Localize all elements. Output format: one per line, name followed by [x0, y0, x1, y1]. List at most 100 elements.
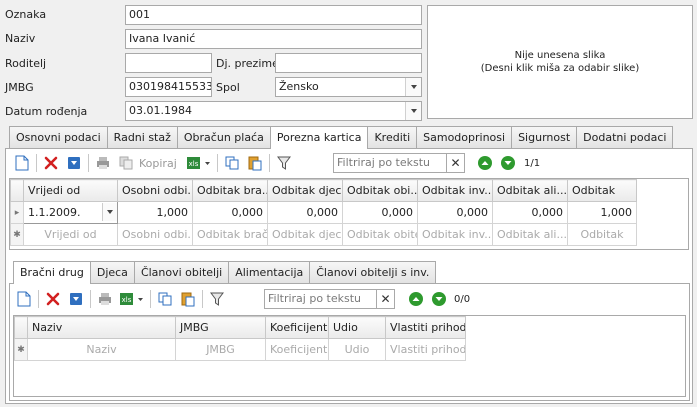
bracni-drug-grid: Naziv JMBG Koeficijent Udio Vlastiti pri…	[14, 316, 466, 361]
filter-input[interactable]: Filtriraj po tekstu	[264, 289, 377, 309]
datum-label: Datum rođenja	[5, 105, 88, 118]
col-vlastiti-prihod[interactable]: Vlastiti prihod	[385, 316, 466, 339]
grid-cell[interactable]: 0,000	[492, 201, 568, 224]
clear-filter-icon[interactable]: ✕	[377, 289, 395, 309]
col-jmbg[interactable]: JMBG	[175, 316, 266, 339]
col-vrijedi-od[interactable]: Vrijedi od	[23, 179, 118, 202]
new-record-icon[interactable]	[14, 289, 34, 309]
jmbg-label: JMBG	[5, 81, 34, 94]
copy-record-icon[interactable]	[116, 153, 136, 173]
spol-select[interactable]: Žensko	[275, 77, 422, 97]
oznaka-label: Oznaka	[5, 8, 47, 21]
new-record-icon[interactable]	[12, 153, 32, 173]
tab-radni-staz[interactable]: Radni staž	[106, 126, 178, 148]
export-excel-icon[interactable]: xls	[118, 289, 146, 309]
datum-input[interactable]: 03.01.1984	[125, 101, 422, 121]
new-row[interactable]: ✱ Vrijedi od Osobni odbi... Odbitak brač…	[10, 223, 637, 246]
col-koeficijent[interactable]: Koeficijent	[265, 316, 329, 339]
col-udio[interactable]: Udio	[328, 316, 386, 339]
current-row-icon: ▸	[10, 201, 24, 224]
roditelj-input[interactable]	[125, 53, 212, 73]
grid-cell[interactable]: 0,000	[342, 201, 418, 224]
toolbar-separator	[90, 290, 91, 308]
placeholder-cell[interactable]: Odbitak bračni	[192, 223, 268, 246]
grid-cell[interactable]: 1,000	[567, 201, 637, 224]
clear-filter-icon[interactable]: ✕	[447, 153, 465, 173]
grid-cell[interactable]: 0,000	[417, 201, 493, 224]
placeholder-cell[interactable]: Odbitak ali...	[492, 223, 568, 246]
tab-djeca[interactable]: Djeca	[89, 261, 135, 283]
copy-icon[interactable]	[155, 289, 175, 309]
col-odbitak[interactable]: Odbitak	[567, 179, 637, 202]
naziv-input[interactable]: Ivana Ivanić	[125, 29, 422, 49]
tab-porezna-kartica[interactable]: Porezna kartica	[269, 126, 369, 149]
placeholder-cell[interactable]: Osobni odbi...	[117, 223, 193, 246]
placeholder-cell[interactable]: Odbitak djeca	[267, 223, 343, 246]
jmbg-input[interactable]: 0301984155336	[125, 77, 212, 97]
dj-prezime-input[interactable]	[275, 53, 422, 73]
tab-alimentacija[interactable]: Alimentacija	[228, 261, 311, 283]
delete-icon[interactable]	[43, 289, 63, 309]
print-icon[interactable]	[93, 153, 113, 173]
grid-cell[interactable]: 1,000	[117, 201, 193, 224]
filter-input[interactable]: Filtriraj po tekstu	[333, 153, 447, 173]
col-odbitak-bracni[interactable]: Odbitak bra...	[192, 179, 268, 202]
grid-cell[interactable]: 0,000	[192, 201, 268, 224]
paste-icon[interactable]	[245, 153, 265, 173]
col-odbitak-invalid[interactable]: Odbitak inv...	[417, 179, 493, 202]
placeholder-cell[interactable]: Koeficijent	[265, 338, 329, 361]
col-odbitak-djeca[interactable]: Odbitak djeca	[267, 179, 343, 202]
svg-text:xls: xls	[122, 296, 132, 304]
placeholder-cell[interactable]: Odbitak obitelj	[342, 223, 418, 246]
tab-clanovi-obitelji[interactable]: Članovi obitelji	[133, 261, 230, 283]
chevron-down-icon[interactable]	[405, 78, 421, 96]
col-odbitak-alimentacija[interactable]: Odbitak ali...	[492, 179, 568, 202]
placeholder-cell[interactable]: Udio	[328, 338, 386, 361]
placeholder-cell[interactable]: Naziv	[27, 338, 176, 361]
tab-obracun-placa[interactable]: Obračun plaća	[176, 126, 271, 148]
grid-cell[interactable]: 0,000	[267, 201, 343, 224]
prev-record-icon[interactable]	[477, 155, 493, 174]
prev-record-icon[interactable]	[408, 291, 424, 310]
placeholder-cell[interactable]: Odbitak inv...	[417, 223, 493, 246]
toolbar-separator	[36, 154, 37, 172]
copy-icon[interactable]	[222, 153, 242, 173]
kopiraj-button[interactable]: Kopiraj	[139, 157, 177, 170]
new-row-icon: ✱	[14, 338, 28, 361]
oznaka-input[interactable]: 001	[125, 5, 422, 25]
chevron-down-icon[interactable]	[102, 203, 117, 221]
table-row[interactable]: ▸ 1.1.2009. 1,000 0,000 0,000 0,000 0,00…	[10, 201, 637, 224]
tab-krediti[interactable]: Krediti	[367, 126, 418, 148]
filter-icon[interactable]	[207, 289, 227, 309]
photo-box[interactable]: Nije unesena slika (Desni klik miša za o…	[427, 5, 693, 119]
tab-osnovni-podaci[interactable]: Osnovni podaci	[9, 126, 108, 148]
placeholder-cell[interactable]: Vrijedi od	[23, 223, 118, 246]
export-excel-icon[interactable]: xls	[185, 153, 213, 173]
save-icon[interactable]	[64, 153, 84, 173]
vrijedi-od-cell[interactable]: 1.1.2009.	[23, 201, 118, 224]
col-naziv[interactable]: Naziv	[27, 316, 176, 339]
save-icon[interactable]	[66, 289, 86, 309]
placeholder-cell[interactable]: Odbitak	[567, 223, 637, 246]
tab-clanovi-obitelji-s-inv[interactable]: Članovi obitelji s inv.	[309, 261, 437, 283]
filter-icon[interactable]	[274, 153, 294, 173]
record-counter: 1/1	[524, 158, 541, 169]
placeholder-cell[interactable]: JMBG	[175, 338, 266, 361]
paste-icon[interactable]	[178, 289, 198, 309]
svg-text:xls: xls	[188, 160, 198, 168]
calendar-dropdown-icon[interactable]	[405, 102, 421, 120]
tab-bracni-drug[interactable]: Bračni drug	[13, 261, 91, 284]
placeholder-cell[interactable]: Vlastiti prihod	[385, 338, 466, 361]
tab-sigurnost[interactable]: Sigurnost	[511, 126, 578, 148]
next-record-icon[interactable]	[500, 155, 516, 174]
tab-dodatni-podaci[interactable]: Dodatni podaci	[576, 126, 674, 148]
delete-icon[interactable]	[41, 153, 61, 173]
new-row[interactable]: ✱ Naziv JMBG Koeficijent Udio Vlastiti p…	[14, 338, 466, 361]
print-icon[interactable]	[95, 289, 115, 309]
col-osobni-odbitak[interactable]: Osobni odbi...	[117, 179, 193, 202]
next-record-icon[interactable]	[431, 291, 447, 310]
cell-value: 1.1.2009.	[28, 206, 81, 219]
col-odbitak-obitelj[interactable]: Odbitak obi...	[342, 179, 418, 202]
tab-samodoprinosi[interactable]: Samodoprinosi	[416, 126, 513, 148]
datum-value: 03.01.1984	[129, 104, 192, 117]
